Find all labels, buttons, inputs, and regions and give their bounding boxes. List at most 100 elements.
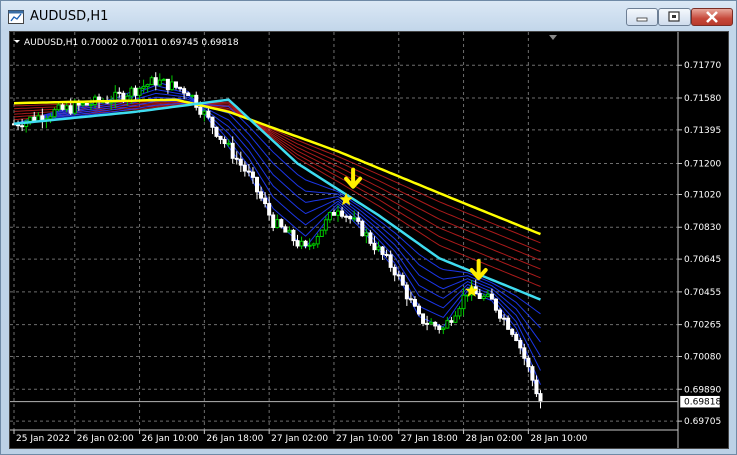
candle (267, 203, 272, 216)
candle (56, 104, 61, 111)
candle (202, 110, 207, 115)
candle (348, 215, 353, 220)
candle (169, 81, 174, 91)
candle (206, 110, 211, 118)
price-tick-label: 0.70830 (684, 223, 721, 233)
candle (368, 232, 373, 244)
candle (145, 84, 150, 87)
candle (372, 242, 377, 251)
candle (311, 243, 316, 246)
candle (214, 126, 219, 137)
candle (445, 320, 450, 329)
candle (530, 366, 535, 381)
candle (271, 214, 276, 228)
chart-header-text: AUDUSD,H1 0.70002 0.70011 0.69745 0.6981… (24, 38, 239, 48)
candle (238, 158, 243, 166)
price-tick-label: 0.70455 (684, 288, 721, 298)
candle (489, 293, 494, 300)
candle (526, 357, 531, 368)
candle (315, 236, 320, 245)
candle (384, 253, 389, 256)
candle (230, 142, 235, 159)
restore-icon (668, 11, 680, 22)
candle (279, 219, 284, 228)
candle (32, 116, 37, 122)
candle (493, 298, 498, 311)
candle (417, 305, 421, 315)
candle (380, 246, 385, 255)
candle (356, 217, 361, 222)
candle (161, 78, 166, 81)
candle (117, 91, 122, 94)
candle (323, 219, 328, 231)
candle (72, 102, 77, 114)
candle (352, 217, 357, 220)
price-tick-label: 0.71200 (684, 159, 721, 169)
candle (129, 87, 134, 97)
title-bar[interactable]: AUDUSD,H1 (1, 1, 736, 31)
candle (275, 219, 280, 228)
price-tag: 0.69818 (679, 395, 721, 408)
candle (481, 295, 486, 299)
candle (340, 210, 345, 217)
candle (28, 116, 33, 122)
candle (299, 240, 304, 247)
candle (498, 309, 502, 319)
time-tick-label: 26 Jan 10:00 (142, 434, 199, 444)
price-tick-label: 0.69890 (684, 385, 721, 395)
blue-ma-line (13, 102, 541, 315)
candle (421, 313, 426, 324)
chart-area[interactable]: 0.71770 0.71580 0.71395 0.71200 0.71020 0.708… (9, 31, 729, 449)
time-tick-label: 26 Jan 02:00 (77, 434, 134, 444)
candle (174, 81, 178, 88)
candle (307, 244, 312, 247)
candle (84, 102, 89, 106)
price-chart[interactable]: 0.71770 0.71580 0.71395 0.71200 0.71020 0.708… (10, 32, 728, 448)
candle (506, 317, 511, 330)
candle (344, 215, 349, 218)
candle (433, 321, 438, 327)
candle (291, 229, 296, 242)
candle (60, 104, 65, 110)
candle (242, 164, 247, 172)
minimize-button[interactable] (626, 8, 658, 26)
price-tick-label: 0.69705 (684, 417, 721, 427)
candle (404, 284, 409, 300)
candle (137, 87, 142, 96)
candle (522, 347, 527, 359)
candle (250, 171, 255, 178)
candle (226, 142, 231, 145)
candle (477, 293, 482, 299)
candle (461, 294, 466, 310)
candle (514, 333, 519, 341)
candle (319, 229, 324, 238)
candle (283, 226, 288, 233)
candle (121, 92, 126, 101)
candle (437, 325, 442, 331)
time-tick-label: 27 Jan 10:00 (336, 434, 393, 444)
candle (295, 240, 300, 247)
collapse-triangle-icon[interactable] (14, 40, 20, 43)
price-tick-label: 0.71770 (684, 61, 721, 71)
candle (186, 92, 191, 96)
chart-window: AUDUSD,H1 0.71770 0.71580 0.71395 0.71200 0.… (0, 0, 737, 455)
chart-shift-marker-icon[interactable] (549, 35, 557, 40)
restore-button[interactable] (658, 8, 691, 26)
candle (182, 88, 187, 94)
candle (263, 197, 268, 205)
chart-grid (10, 32, 678, 430)
time-tick-label: 26 Jan 18:00 (206, 434, 263, 444)
candle (364, 232, 369, 237)
close-button[interactable] (691, 8, 733, 26)
chart-header: AUDUSD,H1 0.70002 0.70011 0.69745 0.6981… (14, 38, 239, 48)
time-tick-label: 25 Jan 2022 (16, 434, 70, 444)
minimize-icon (636, 17, 648, 22)
candle (64, 105, 69, 110)
candle (141, 85, 146, 89)
candle (218, 135, 223, 140)
candle (153, 77, 158, 86)
candle (538, 393, 543, 403)
candle (425, 322, 430, 325)
red-ma-line (13, 100, 541, 253)
candle (133, 87, 138, 96)
